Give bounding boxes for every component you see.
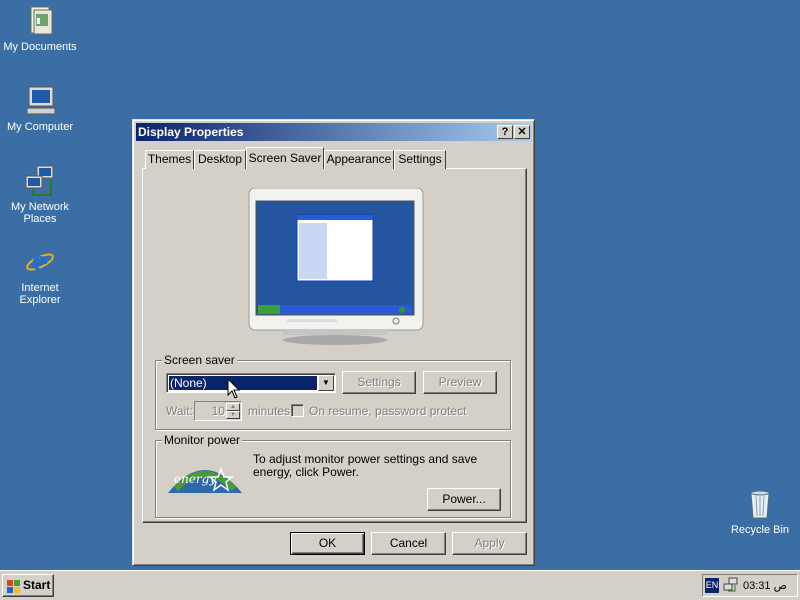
start-button[interactable]: Start	[2, 574, 54, 597]
monitor-power-description: To adjust monitor power settings and sav…	[253, 452, 478, 479]
ok-button[interactable]: OK	[290, 532, 365, 555]
cancel-button[interactable]: Cancel	[371, 532, 446, 555]
my-documents-icon	[23, 4, 57, 38]
desktop-icon-internet-explorer[interactable]: e Internet Explorer	[0, 245, 80, 306]
system-tray: EN 03:31 ص	[702, 574, 798, 597]
dialog-title: Display Properties	[138, 125, 244, 139]
chevron-down-icon[interactable]: ▼	[318, 375, 334, 391]
preview-button[interactable]: Preview	[423, 371, 497, 394]
desktop-icon-label: My Network Places	[10, 201, 70, 225]
help-button[interactable]: ?	[497, 125, 513, 139]
desktop-icon-label: My Documents	[3, 41, 77, 53]
monitor-preview	[247, 187, 425, 346]
screen-saver-tab-panel: Screen saver (None) ▼ Settings Preview W…	[142, 168, 527, 523]
power-button[interactable]: Power...	[427, 488, 501, 511]
mouse-cursor-icon	[227, 377, 241, 400]
energy-star-logo: energy	[166, 455, 244, 495]
monitor-power-group-label: Monitor power	[162, 433, 243, 447]
minutes-label: minutes	[248, 404, 291, 418]
recycle-bin-icon	[743, 487, 777, 521]
desktop-icon-my-computer[interactable]: My Computer	[0, 84, 80, 133]
spinner-down-icon[interactable]: ▼	[226, 411, 240, 419]
start-label: Start	[23, 578, 51, 592]
wait-value: 10	[211, 404, 225, 418]
network-places-icon	[23, 164, 57, 198]
svg-text:e: e	[32, 247, 49, 277]
screen-saver-group: Screen saver (None) ▼ Settings Preview W…	[155, 353, 511, 430]
wait-label: Wait:	[166, 404, 193, 418]
monitor-power-group: Monitor power energy To adjust monitor p…	[155, 433, 511, 518]
tab-appearance[interactable]: Appearance	[324, 150, 394, 169]
desktop-icon-label: Internet Explorer	[19, 282, 61, 306]
screen-saver-select[interactable]: (None) ▼	[166, 373, 336, 393]
apply-button[interactable]: Apply	[452, 532, 527, 555]
windows-logo-icon	[7, 579, 21, 593]
taskbar: Start EN 03:31 ص	[0, 570, 800, 600]
screen-saver-selected-value: (None)	[169, 376, 317, 390]
language-indicator[interactable]: EN	[705, 578, 719, 593]
tab-desktop[interactable]: Desktop	[194, 150, 246, 169]
close-button[interactable]: ✕	[514, 125, 530, 139]
spinner-up-icon[interactable]: ▲	[226, 403, 240, 411]
energy-logo-text: energy	[174, 472, 216, 486]
display-properties-dialog: Display Properties ? ✕ Screen saver (Non…	[132, 119, 535, 566]
desktop-icon-label: Recycle Bin	[730, 524, 790, 536]
wait-minutes-spinner[interactable]: 10 ▲ ▼	[194, 401, 242, 421]
desktop-icon-my-documents[interactable]: My Documents	[0, 4, 80, 53]
password-protect-checkbox[interactable]	[291, 404, 304, 417]
desktop-icon-recycle-bin[interactable]: Recycle Bin	[720, 487, 800, 536]
tab-themes[interactable]: Themes	[145, 150, 194, 169]
internet-explorer-icon: e	[23, 245, 57, 279]
tab-screen-saver[interactable]: Screen Saver	[246, 147, 324, 169]
tab-settings[interactable]: Settings	[394, 150, 446, 169]
dialog-titlebar[interactable]: Display Properties ? ✕	[136, 123, 531, 141]
desktop-icon-my-network-places[interactable]: My Network Places	[0, 164, 80, 225]
network-tray-icon[interactable]	[723, 577, 739, 593]
screen-saver-group-label: Screen saver	[162, 353, 237, 367]
my-computer-icon	[23, 84, 57, 118]
password-protect-label: On resume, password protect	[309, 404, 467, 418]
settings-button[interactable]: Settings	[342, 371, 416, 394]
desktop-icon-label: My Computer	[6, 121, 74, 133]
clock: 03:31 ص	[743, 580, 787, 592]
